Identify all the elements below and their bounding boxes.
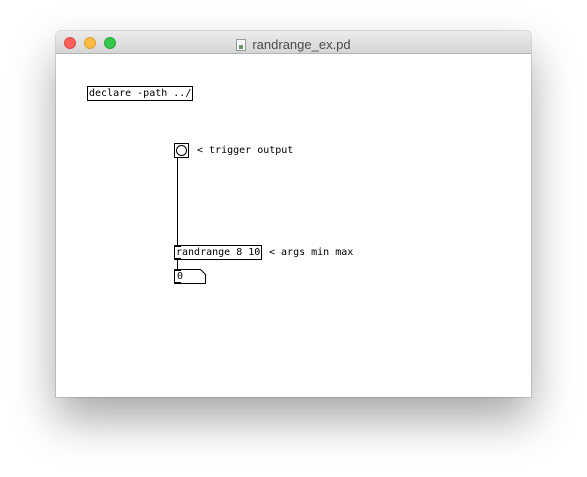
window-title-text: randrange_ex.pd — [252, 37, 351, 52]
number-box-outlet[interactable] — [174, 282, 181, 284]
randrange-comment: < args min max — [269, 247, 354, 258]
randrange-inlet[interactable] — [174, 245, 181, 247]
title-bar[interactable]: randrange_ex.pd — [56, 31, 531, 54]
patch-canvas[interactable]: declare -path ../ < trigger output randr… — [56, 54, 531, 397]
bang-button[interactable] — [174, 143, 189, 158]
randrange-object[interactable]: randrange 8 10 — [174, 245, 263, 260]
declare-object[interactable]: declare -path ../ — [87, 86, 194, 101]
bang-comment: < trigger output — [197, 145, 294, 156]
number-box-inlet[interactable] — [174, 269, 181, 271]
document-icon — [236, 38, 247, 51]
pd-patch-window: randrange_ex.pd declare -path ../ < trig… — [56, 31, 531, 397]
window-title: randrange_ex.pd — [56, 34, 531, 52]
connection-randrange-to-number[interactable] — [177, 260, 178, 269]
bang-circle-icon — [176, 145, 187, 156]
connection-bang-to-randrange[interactable] — [177, 158, 178, 245]
